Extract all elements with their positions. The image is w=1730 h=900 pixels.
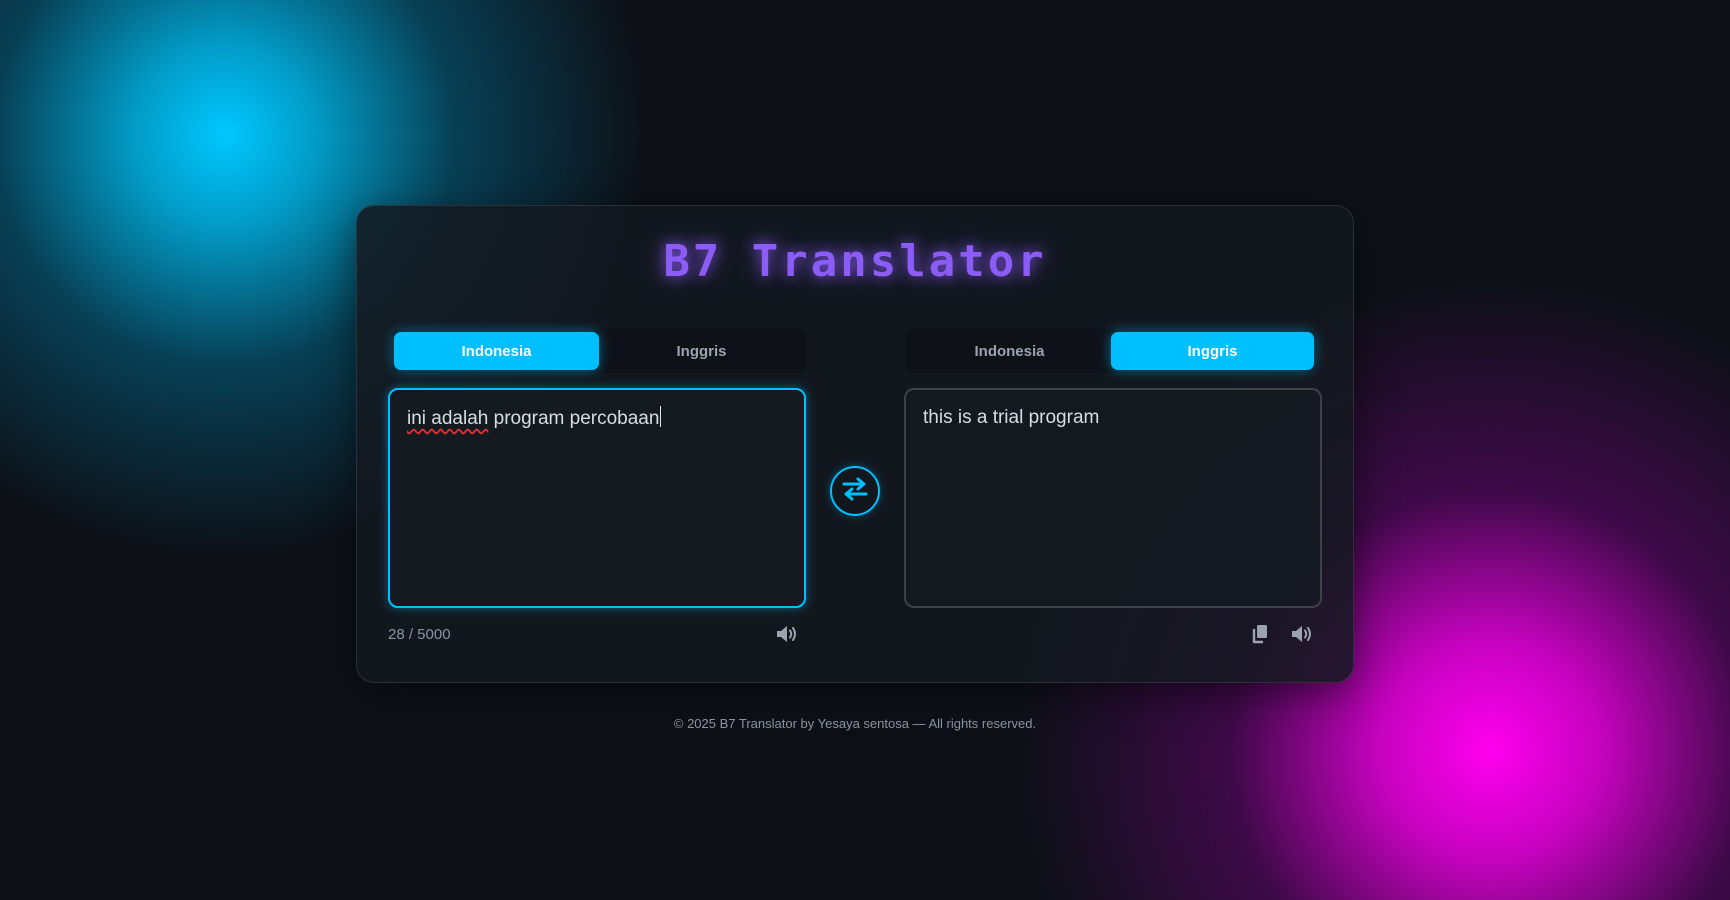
source-text-input[interactable]: ini adalah program percobaan	[388, 388, 806, 608]
translated-text: this is a trial program	[923, 407, 1100, 428]
copy-translation-button[interactable]	[1247, 624, 1273, 648]
speaker-icon	[775, 624, 801, 649]
translator-card: B7 Translator Indonesia Inggris Indonesi…	[356, 205, 1354, 683]
swap-languages-button[interactable]	[830, 466, 880, 516]
app-title: B7 Translator	[663, 236, 1047, 287]
source-text-rest: program percobaan	[488, 408, 660, 429]
target-language-tabs: Indonesia Inggris	[905, 329, 1317, 373]
target-tab-inggris[interactable]: Inggris	[1111, 332, 1314, 370]
target-speak-button[interactable]	[1290, 624, 1316, 648]
target-text-output[interactable]: this is a trial program	[904, 388, 1322, 608]
source-language-tabs: Indonesia Inggris	[391, 329, 807, 373]
source-tab-indonesia[interactable]: Indonesia	[394, 332, 599, 370]
swap-arrows-icon	[841, 476, 869, 507]
page-background: B7 Translator Indonesia Inggris Indonesi…	[0, 0, 1730, 900]
source-speak-button[interactable]	[775, 624, 801, 648]
copy-icon	[1250, 623, 1270, 650]
misspelled-word: ini adalah	[407, 408, 489, 429]
source-tab-inggris[interactable]: Inggris	[599, 332, 804, 370]
character-counter: 28 / 5000	[388, 626, 451, 643]
footer-copyright: © 2025 B7 Translator by Yesaya sentosa —…	[673, 716, 1037, 731]
text-caret	[660, 406, 662, 427]
speaker-icon	[1290, 624, 1316, 649]
target-tab-indonesia[interactable]: Indonesia	[908, 332, 1111, 370]
